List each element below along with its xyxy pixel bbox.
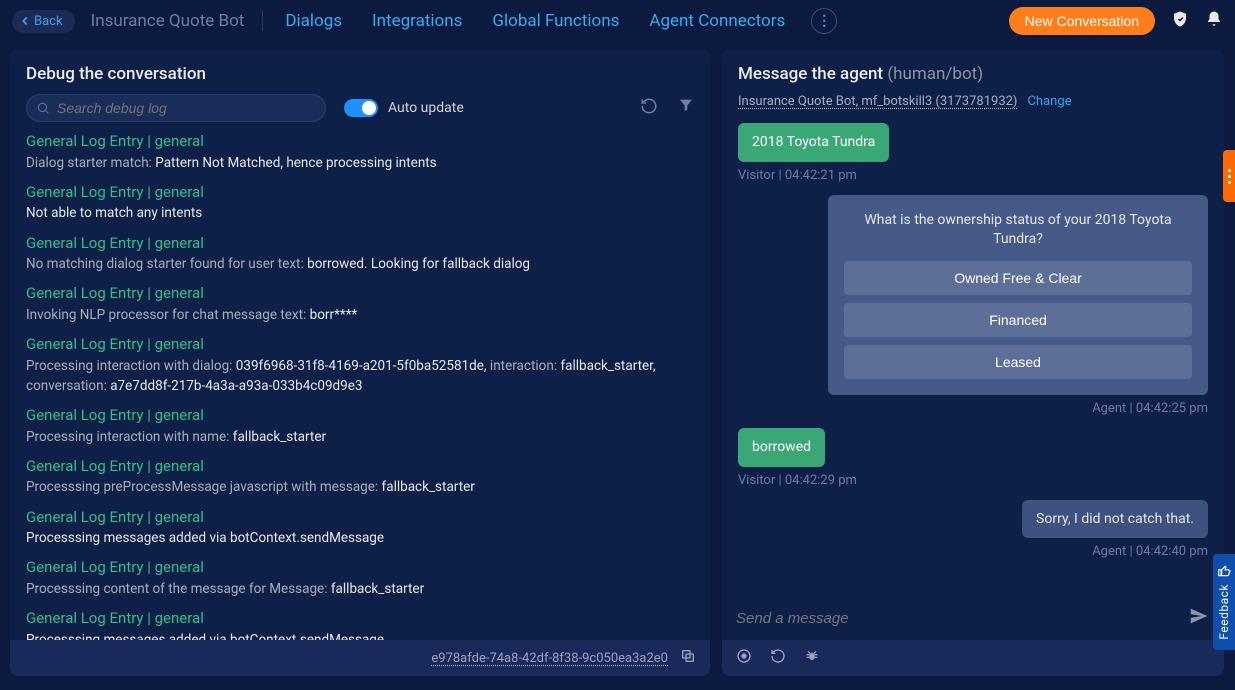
log-head: General Log Entry | general — [26, 506, 694, 529]
agent-identity[interactable]: Insurance Quote Bot, mf_botskill3 (31737… — [738, 94, 1017, 109]
chat-title-main: Message the agent — [738, 64, 883, 84]
nav-more-button[interactable]: ⋮ — [811, 8, 837, 34]
message-meta: Agent | 04:42:40 pm — [1092, 544, 1208, 559]
log-entry: General Log Entry | general Processsing … — [26, 556, 694, 599]
side-drawer-handle[interactable] — [1223, 150, 1235, 202]
log-entry: General Log Entry | general Dialog start… — [26, 130, 694, 173]
agent-message: Sorry, I did not catch that. — [1022, 500, 1208, 539]
agent-prompt: What is the ownership status of your 201… — [844, 211, 1192, 249]
bug-icon[interactable] — [804, 648, 820, 668]
chat-panel-title: Message the agent (human/bot) — [722, 50, 1224, 94]
log-head: General Log Entry | general — [26, 455, 694, 478]
shield-icon[interactable] — [1171, 10, 1189, 32]
message-meta: Visitor | 04:42:21 pm — [738, 168, 857, 183]
debug-panel-title: Debug the conversation — [10, 50, 710, 94]
send-icon[interactable] — [1188, 605, 1210, 631]
log-entry: General Log Entry | general Processsing … — [26, 607, 694, 640]
workspace: Debug the conversation Auto update — [0, 42, 1235, 686]
auto-update-toggle-wrap: Auto update — [344, 99, 464, 117]
compose-bar — [722, 596, 1224, 640]
log-entry: General Log Entry | general Processing i… — [26, 333, 694, 396]
divider — [262, 11, 263, 31]
change-agent-link[interactable]: Change — [1027, 94, 1071, 109]
log-body: Invoking NLP processor for chat message … — [26, 305, 694, 325]
log-head: General Log Entry | general — [26, 404, 694, 427]
compose-input[interactable] — [736, 610, 1188, 627]
nav-integrations[interactable]: Integrations — [372, 11, 462, 31]
debug-panel: Debug the conversation Auto update — [10, 50, 710, 676]
auto-update-label: Auto update — [388, 100, 464, 116]
message-meta: Visitor | 04:42:29 pm — [738, 473, 857, 488]
log-body: Processing interaction with name: fallba… — [26, 427, 694, 447]
reset-icon[interactable] — [770, 648, 786, 668]
nav-agent-connectors[interactable]: Agent Connectors — [649, 11, 785, 31]
log-entry: General Log Entry | general No matching … — [26, 232, 694, 275]
auto-update-toggle[interactable] — [344, 99, 378, 117]
log-head: General Log Entry | general — [26, 607, 694, 630]
debug-log-list[interactable]: General Log Entry | general Dialog start… — [10, 130, 710, 640]
copy-icon[interactable] — [680, 648, 696, 668]
log-entry: General Log Entry | general Invoking NLP… — [26, 282, 694, 325]
log-entry: General Log Entry | general Not able to … — [26, 181, 694, 224]
chat-title-sub: (human/bot) — [887, 64, 983, 84]
toggle-knob — [362, 101, 376, 115]
search-icon — [36, 101, 50, 115]
bell-icon[interactable] — [1205, 10, 1223, 32]
refresh-icon[interactable] — [640, 97, 658, 119]
agent-quick-reply-card: What is the ownership status of your 201… — [828, 195, 1208, 395]
log-body: Processsing preProcessMessage javascript… — [26, 477, 694, 497]
log-head: General Log Entry | general — [26, 282, 694, 305]
conversation-id[interactable]: e978afde-74a8-42df-8f38-9c050ea3a2e0 — [431, 651, 668, 666]
option-financed[interactable]: Financed — [844, 303, 1192, 337]
log-body: No matching dialog starter found for use… — [26, 254, 694, 274]
search-wrap — [26, 94, 326, 122]
feedback-tab[interactable]: Feedback — [1213, 554, 1235, 650]
chevron-left-icon — [18, 14, 32, 28]
visitor-message: borrowed — [738, 428, 825, 467]
log-head: General Log Entry | general — [26, 130, 694, 153]
log-body: Processsing messages added via botContex… — [26, 528, 694, 548]
debug-footer: e978afde-74a8-42df-8f38-9c050ea3a2e0 — [10, 640, 710, 676]
back-button[interactable]: Back — [12, 10, 75, 33]
message-meta: Agent | 04:42:25 pm — [1092, 401, 1208, 416]
record-icon[interactable] — [736, 648, 752, 668]
log-body: Dialog starter match: Pattern Not Matche… — [26, 153, 694, 173]
page-title: Insurance Quote Bot — [91, 11, 245, 31]
nav-dialogs[interactable]: Dialogs — [285, 11, 342, 31]
log-head: General Log Entry | general — [26, 181, 694, 204]
chat-transcript[interactable]: 2018 Toyota Tundra Visitor | 04:42:21 pm… — [722, 119, 1224, 596]
search-input[interactable] — [26, 94, 326, 122]
option-owned-free-clear[interactable]: Owned Free & Clear — [844, 261, 1192, 295]
log-entry: General Log Entry | general Processsing … — [26, 506, 694, 549]
new-conversation-button[interactable]: New Conversation — [1009, 7, 1155, 35]
log-head: General Log Entry | general — [26, 232, 694, 255]
agent-subheader: Insurance Quote Bot, mf_botskill3 (31737… — [722, 94, 1224, 119]
log-head: General Log Entry | general — [26, 556, 694, 579]
thumbs-up-icon — [1217, 564, 1231, 578]
log-body: Processing interaction with dialog: 039f… — [26, 356, 694, 397]
log-body: Processsing messages added via botContex… — [26, 630, 694, 641]
log-head: General Log Entry | general — [26, 333, 694, 356]
chat-panel: Message the agent (human/bot) Insurance … — [722, 50, 1224, 676]
back-label: Back — [34, 14, 63, 29]
top-bar: Back Insurance Quote Bot Dialogs Integra… — [0, 0, 1235, 42]
debug-controls: Auto update — [10, 94, 710, 130]
log-body: Not able to match any intents — [26, 203, 694, 223]
nav-global-functions[interactable]: Global Functions — [492, 11, 619, 31]
feedback-label: Feedback — [1217, 584, 1231, 640]
filter-icon[interactable] — [678, 97, 694, 119]
visitor-message: 2018 Toyota Tundra — [738, 123, 889, 162]
dots-vertical-icon: ⋮ — [817, 13, 831, 29]
chat-footer — [722, 640, 1224, 676]
option-leased[interactable]: Leased — [844, 345, 1192, 379]
log-body: Processsing content of the message for M… — [26, 579, 694, 599]
log-entry: General Log Entry | general Processsing … — [26, 455, 694, 498]
log-entry: General Log Entry | general Processing i… — [26, 404, 694, 447]
